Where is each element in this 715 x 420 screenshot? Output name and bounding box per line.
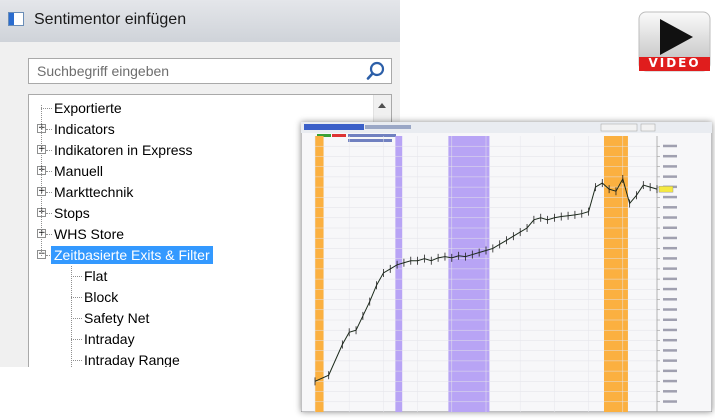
tree-item-label: Exportierte [54,100,122,116]
last-price-marker [658,185,674,193]
scroll-up-arrow-icon[interactable] [378,103,386,108]
tree-item-label: Manuell [54,163,104,179]
video-badge[interactable]: VIDEO [637,11,712,72]
price-chart-thumbnail [301,122,712,412]
y-tick-label [663,379,677,383]
y-tick-label [663,308,677,311]
chart-symbol-box [304,124,364,130]
y-tick-label [663,257,677,260]
tree-item-label: Safety Net [84,310,150,326]
chart-info-text [348,139,392,142]
chart-svg [301,122,712,412]
tree-item-label: Zeitbasierte Exits & Filter [51,246,213,264]
tree-item-label: Indikatoren in Express [54,142,193,158]
dialog-title: Sentimentor einfügen [34,11,187,28]
highlight-band [603,136,628,412]
y-tick-label [663,236,677,240]
chart-info-badge [332,134,346,137]
tree-item-label: Indicators [54,121,115,137]
chart-toolbar-button [600,123,638,132]
y-tick-label [663,195,677,199]
y-tick-label [663,349,677,352]
y-tick-label [663,175,677,178]
chart-info-text [348,134,396,137]
tree-item-label: Block [84,289,119,305]
chart-toolbar-button [640,123,656,132]
tree-item[interactable]: Exportierte [29,98,369,119]
y-tick-label [663,359,677,362]
title-bar[interactable]: Sentimentor einfügen [0,0,400,42]
tree-guide-line [41,105,42,256]
tree-item-label: Flat [84,268,108,284]
search-box [28,58,392,84]
y-tick-label [663,165,677,168]
y-tick-label [663,298,677,301]
y-tick-label [663,338,677,342]
tree-item-label: Intraday Range [84,352,180,367]
y-tick-label [663,216,677,219]
y-tick-label [663,318,677,321]
y-tick-label [663,328,677,332]
search-icon[interactable] [365,61,387,81]
tree-item-label: Intraday [84,331,135,347]
y-tick-label [663,267,677,270]
y-tick-label [663,400,677,403]
window-icon [8,12,24,26]
tree-item-label: Stops [54,205,90,221]
tree-guide-line [71,266,72,367]
y-tick-label [663,246,677,250]
y-tick-label [663,226,677,229]
y-tick-label [663,144,677,148]
y-tick-label [663,206,677,209]
highlight-band [448,136,490,412]
search-input[interactable] [29,59,359,83]
y-tick-label [663,369,677,373]
highlight-band [395,136,403,412]
tree-item-label: WHS Store [54,226,125,242]
y-tick-label [663,287,677,291]
y-tick-label [663,390,677,393]
tree-item-label: Markttechnik [54,184,134,200]
y-tick-label [663,154,677,158]
y-tick-label [663,277,677,281]
chart-background [301,122,712,412]
chart-header-text [365,125,411,129]
highlight-band [315,136,324,412]
video-label: VIDEO [648,56,701,70]
